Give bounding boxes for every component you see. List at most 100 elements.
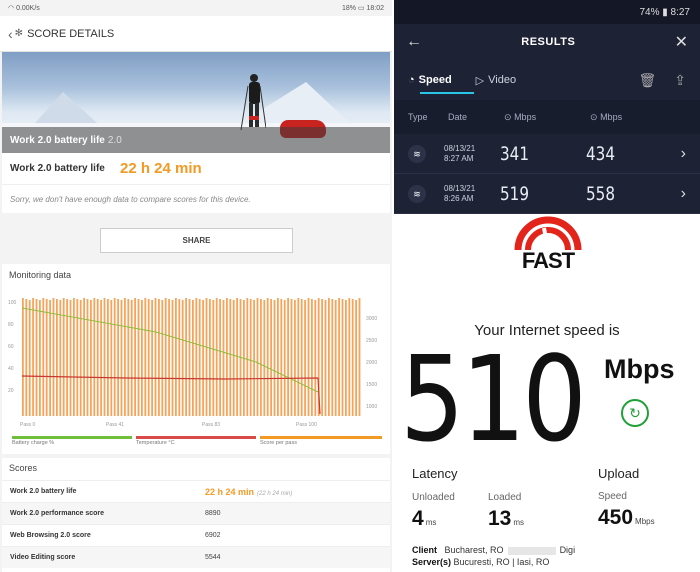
score-bar bbox=[287, 298, 289, 416]
tab-video[interactable]: ▷ Video bbox=[476, 74, 516, 87]
score-row: Work 2.0 battery life 22 h 24 min (22 h 2… bbox=[2, 480, 390, 502]
settings-gear-icon[interactable]: ✻ bbox=[15, 28, 23, 39]
score-bar bbox=[226, 298, 228, 416]
score-bar bbox=[304, 300, 306, 416]
hero-image: Work 2.0 battery life 2.0 bbox=[2, 52, 390, 153]
y2-tick: 2000 bbox=[366, 360, 377, 366]
score-bar bbox=[32, 298, 34, 416]
score-bar bbox=[113, 298, 116, 416]
score-bar bbox=[321, 299, 323, 416]
legend-battery: Battery charge % bbox=[12, 436, 132, 446]
x-tick: Pass 83 bbox=[202, 422, 220, 428]
score-bar bbox=[147, 299, 150, 416]
results-tabs: ◔ Speed ▷ Video 🗑︎ ⇪ bbox=[394, 60, 700, 100]
score-bar bbox=[205, 298, 208, 416]
result-date: 08/13/21 8:26 AM bbox=[444, 183, 476, 203]
score-bar bbox=[222, 300, 225, 416]
score-bar bbox=[158, 299, 160, 416]
score-bar bbox=[260, 299, 262, 416]
score-bar bbox=[59, 300, 62, 416]
speed-value: 510 bbox=[400, 330, 587, 468]
scores-title: Scores bbox=[9, 463, 38, 473]
clock: 18:02 bbox=[366, 5, 384, 12]
score-bar bbox=[178, 299, 181, 416]
speed-gauge-icon bbox=[514, 216, 582, 251]
app-header: ‹ ✻ SCORE DETAILS bbox=[0, 16, 392, 52]
result-row[interactable]: ≋ 08/13/21 8:26 AM 519 558 › bbox=[394, 174, 700, 214]
trash-icon[interactable]: 🗑︎ bbox=[638, 72, 656, 89]
gauge-icon: ◔ bbox=[408, 74, 415, 86]
score-bar bbox=[86, 299, 89, 416]
refresh-icon[interactable]: ↻ bbox=[621, 399, 649, 427]
score-bar bbox=[192, 300, 194, 416]
score-bar bbox=[358, 298, 361, 416]
fast-logo: FAST bbox=[512, 216, 584, 274]
score-bar bbox=[96, 299, 99, 416]
score-bar bbox=[277, 298, 279, 416]
result-upload: 558 bbox=[586, 182, 616, 205]
result-download: 519 bbox=[500, 182, 530, 205]
fast-panel: FAST Your Internet speed is 510 Mbps ↻ L… bbox=[394, 214, 700, 572]
y2-tick: 3000 bbox=[366, 316, 377, 322]
score-details-panel: ◠ 0.00K/s 18% ▭ 18:02 ‹ ✻ SCORE DETAILS … bbox=[0, 0, 392, 218]
score-bar bbox=[273, 300, 276, 416]
score-bar bbox=[249, 299, 252, 416]
result-row[interactable]: ≋ 08/13/21 8:27 AM 341 434 › bbox=[394, 134, 700, 174]
play-icon: ▷ bbox=[475, 74, 485, 87]
score-bar bbox=[256, 298, 259, 416]
score-bar bbox=[209, 299, 211, 416]
y-tick: 100 bbox=[8, 300, 17, 306]
share-button[interactable]: SHARE bbox=[100, 228, 293, 253]
y2-tick: 2500 bbox=[366, 338, 377, 344]
score-bar bbox=[341, 299, 344, 416]
score-bar bbox=[181, 300, 184, 416]
score-bar bbox=[120, 300, 123, 416]
x-tick: Pass 100 bbox=[296, 422, 317, 428]
score-bar bbox=[185, 298, 187, 416]
result-upload: 434 bbox=[586, 142, 616, 165]
score-bar bbox=[110, 300, 113, 416]
y-tick: 40 bbox=[8, 366, 14, 372]
score-row: Web Browsing 2.0 score 6902 bbox=[2, 524, 390, 546]
col-date: Date bbox=[448, 112, 468, 122]
battery-level: 18% bbox=[341, 5, 356, 12]
score-bar bbox=[280, 299, 283, 416]
y2-tick: 1500 bbox=[366, 382, 377, 388]
score-bar bbox=[124, 298, 126, 416]
score-bar bbox=[49, 300, 51, 416]
score-bar bbox=[232, 300, 235, 416]
score-bar bbox=[171, 300, 174, 416]
score-bar bbox=[314, 300, 317, 416]
score-bar bbox=[324, 300, 327, 416]
speed-unit: Mbps bbox=[604, 354, 675, 384]
score-bar bbox=[338, 298, 340, 416]
latency-title: Latency bbox=[412, 466, 458, 481]
score-bar bbox=[130, 300, 133, 416]
score-bar bbox=[154, 298, 157, 416]
score-bar bbox=[219, 299, 221, 416]
legend-score: Score per pass bbox=[260, 436, 382, 446]
score-bar bbox=[270, 299, 272, 416]
share-icon[interactable]: ⇪ bbox=[674, 72, 686, 89]
score-row: Video Editing score 5544 bbox=[2, 546, 390, 568]
score-bar bbox=[283, 300, 286, 416]
score-bar bbox=[134, 298, 136, 416]
y-tick: 80 bbox=[8, 322, 14, 328]
score-bar bbox=[215, 298, 218, 416]
score-value: 22 h 24 min bbox=[120, 160, 202, 177]
score-bar bbox=[294, 300, 296, 416]
close-icon[interactable]: ✕ bbox=[675, 32, 688, 52]
clock: 8:27 bbox=[670, 6, 690, 18]
score-bar bbox=[103, 298, 106, 416]
score-label: Work 2.0 battery life bbox=[10, 163, 105, 174]
back-arrow-icon[interactable]: ← bbox=[406, 33, 422, 51]
score-bar bbox=[25, 299, 28, 416]
back-icon[interactable]: ‹ bbox=[8, 26, 13, 42]
x-tick: Pass 41 bbox=[106, 422, 124, 428]
tab-speed[interactable]: ◔ Speed bbox=[408, 74, 452, 86]
col-upload: ⊙ Mbps bbox=[590, 111, 623, 122]
chevron-right-icon[interactable]: › bbox=[681, 145, 686, 163]
chevron-right-icon[interactable]: › bbox=[681, 185, 686, 203]
upload-block: Upload Speed 450 Mbps bbox=[598, 466, 655, 529]
score-bar bbox=[355, 300, 357, 416]
